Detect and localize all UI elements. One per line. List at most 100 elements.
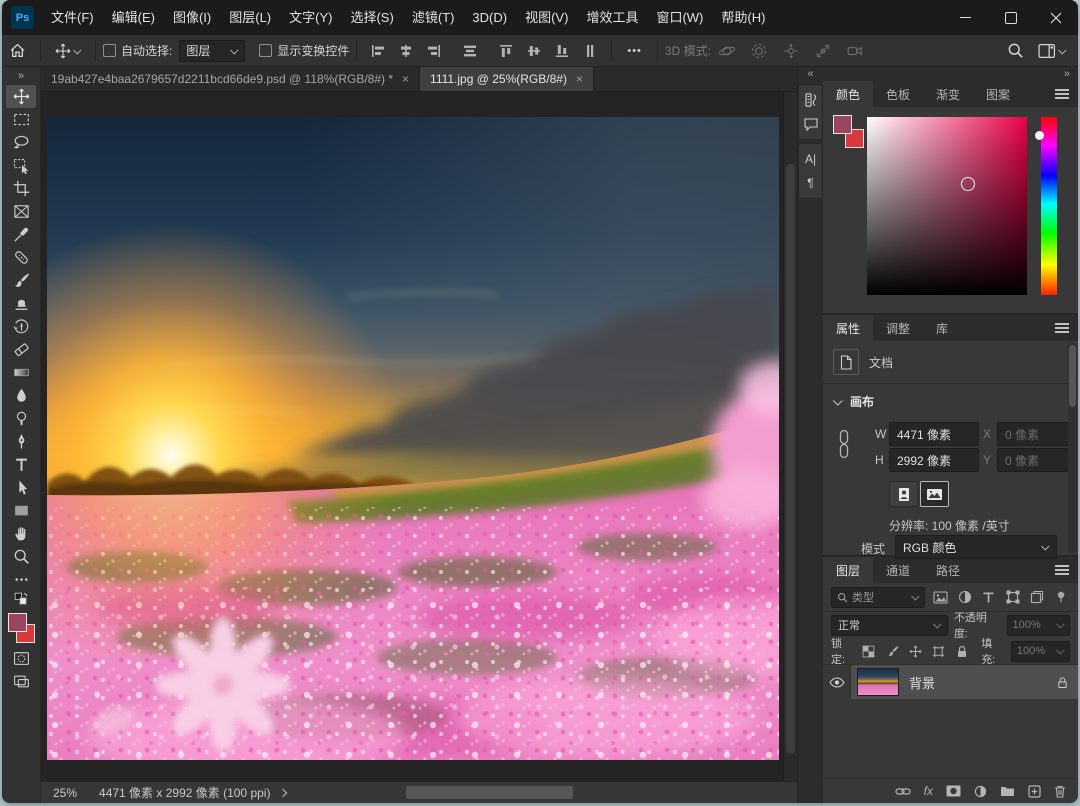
lock-transparent-button[interactable] (861, 645, 877, 658)
layer-effects-button[interactable]: fx (924, 784, 933, 798)
color-picker-cursor[interactable] (961, 177, 975, 191)
frame-tool[interactable] (6, 200, 36, 223)
properties-scrollbar[interactable] (1068, 343, 1077, 553)
menu-layer[interactable]: 图层(L) (220, 0, 280, 35)
tool-preset-move[interactable] (48, 35, 88, 66)
layer-thumbnail[interactable] (857, 668, 899, 696)
search-button[interactable] (1000, 42, 1031, 59)
tab-channels[interactable]: 通道 (873, 557, 923, 583)
layer-visibility-toggle[interactable] (823, 665, 851, 699)
workspace-switcher[interactable] (1031, 43, 1078, 59)
hue-slider[interactable] (1041, 117, 1057, 295)
blend-mode-dropdown[interactable]: 正常 (831, 615, 948, 636)
expand-toolbar-icon[interactable]: » (2, 67, 40, 85)
lock-position-button[interactable] (907, 645, 923, 658)
layer-name[interactable]: 背景 (909, 673, 935, 692)
tab-color[interactable]: 颜色 (823, 81, 873, 107)
align-bottom-button[interactable] (548, 43, 576, 59)
collapse-dock-icon[interactable]: « (807, 67, 813, 81)
tab-adjustments[interactable]: 调整 (873, 315, 923, 341)
zoom-level-field[interactable]: 25% (53, 786, 77, 800)
home-button[interactable] (2, 35, 33, 66)
layer-selected-area[interactable]: 背景 (851, 665, 1078, 699)
notes-panel-button[interactable] (799, 112, 822, 136)
more-options-button[interactable]: ••• (619, 45, 650, 57)
align-right-button[interactable] (420, 43, 448, 59)
properties-scrollbar-thumb[interactable] (1069, 345, 1076, 407)
filter-shape-layers-button[interactable] (1005, 590, 1022, 604)
link-dimensions-icon[interactable] (837, 429, 851, 459)
hue-slider-handle[interactable] (1035, 131, 1044, 140)
portrait-orientation-button[interactable] (889, 481, 918, 507)
close-button[interactable] (1033, 0, 1078, 35)
filter-adjustment-layers-button[interactable] (956, 590, 973, 604)
menu-3d[interactable]: 3D(D) (463, 0, 516, 35)
menu-file[interactable]: 文件(F) (42, 0, 103, 35)
filter-pixel-layers-button[interactable] (932, 591, 949, 604)
clone-stamp-tool[interactable] (6, 292, 36, 315)
align-left-button[interactable] (364, 43, 392, 59)
tab-properties[interactable]: 属性 (823, 315, 873, 341)
menu-help[interactable]: 帮助(H) (712, 0, 774, 35)
3d-pan-button[interactable] (775, 35, 807, 66)
screen-mode-button[interactable] (6, 670, 36, 693)
minimize-button[interactable] (943, 0, 988, 35)
tab-libraries[interactable]: 库 (923, 315, 961, 341)
tab-swatches[interactable]: 色板 (873, 81, 923, 107)
panel-menu-icon[interactable] (1055, 87, 1069, 102)
align-middle-button[interactable] (520, 43, 548, 59)
collapse-panels-icon[interactable]: » (1064, 68, 1070, 80)
3d-orbit-button[interactable] (711, 35, 743, 66)
crop-tool[interactable] (6, 177, 36, 200)
3d-slide-button[interactable] (807, 35, 839, 66)
foreground-color-swatch[interactable] (833, 115, 852, 134)
object-selection-tool[interactable] (6, 154, 36, 177)
tab-close-icon[interactable]: × (576, 72, 583, 86)
menu-type[interactable]: 文字(Y) (280, 0, 341, 35)
healing-brush-tool[interactable] (6, 246, 36, 269)
zoom-tool[interactable] (6, 545, 36, 568)
dodge-tool[interactable] (6, 407, 36, 430)
quick-mask-button[interactable] (6, 647, 36, 670)
document-tab-inactive[interactable]: 19ab427e4baa2679657d2211bcd66de9.psd @ 1… (41, 67, 420, 91)
status-chevron-icon[interactable] (279, 788, 287, 796)
new-adjustment-layer-button[interactable] (974, 785, 987, 798)
landscape-orientation-button[interactable] (920, 481, 949, 507)
hand-tool[interactable] (6, 522, 36, 545)
menu-filter[interactable]: 滤镜(T) (403, 0, 464, 35)
tab-layers[interactable]: 图层 (823, 557, 873, 583)
pen-tool[interactable] (6, 430, 36, 453)
edit-toolbar-button[interactable] (6, 568, 36, 591)
brush-settings-panel-button[interactable] (799, 88, 822, 112)
path-selection-tool[interactable] (6, 476, 36, 499)
tab-paths[interactable]: 路径 (923, 557, 973, 583)
type-tool[interactable] (6, 453, 36, 476)
opacity-dropdown[interactable]: 100% (1007, 615, 1070, 636)
menu-plugins[interactable]: 增效工具 (577, 0, 647, 35)
align-top-button[interactable] (484, 43, 520, 59)
3d-camera-button[interactable] (839, 35, 871, 66)
mode-dropdown[interactable]: RGB 颜色 (895, 535, 1057, 559)
vertical-scrollbar[interactable] (783, 92, 797, 781)
swap-colors-icon[interactable] (6, 591, 36, 607)
marquee-tool[interactable] (6, 108, 36, 131)
canvas-section-header[interactable]: 画布 (835, 393, 874, 410)
show-transform-checkbox[interactable] (259, 44, 272, 57)
panel-menu-icon[interactable] (1055, 321, 1069, 336)
canvas-image[interactable] (47, 117, 779, 760)
lock-artboard-button[interactable] (931, 645, 947, 658)
menu-image[interactable]: 图像(I) (164, 0, 220, 35)
lasso-tool[interactable] (6, 131, 36, 154)
blur-tool[interactable] (6, 384, 36, 407)
link-layers-button[interactable] (895, 787, 911, 796)
character-panel-button[interactable]: A| (799, 147, 822, 171)
menu-view[interactable]: 视图(V) (516, 0, 577, 35)
move-tool[interactable] (6, 85, 36, 108)
layer-row-background[interactable]: 背景 (823, 665, 1078, 699)
vertical-scrollbar-thumb[interactable] (786, 164, 795, 754)
tab-gradients[interactable]: 渐变 (923, 81, 973, 107)
distribute-horizontal-button[interactable] (576, 43, 604, 59)
filter-smart-objects-button[interactable] (1029, 590, 1046, 604)
filter-type-dropdown[interactable]: 类型 (831, 587, 925, 608)
brush-tool[interactable] (6, 269, 36, 292)
